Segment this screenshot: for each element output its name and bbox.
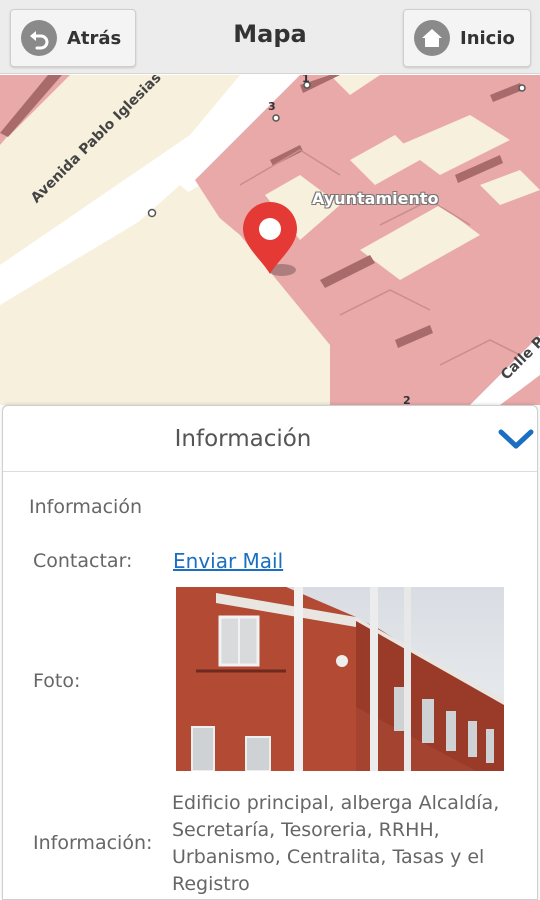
home-button-label: Inicio [460, 27, 515, 49]
back-button[interactable]: Atrás [10, 9, 136, 67]
home-button[interactable]: Inicio [403, 9, 531, 67]
house-number: 3 [268, 100, 276, 113]
home-icon [414, 20, 450, 56]
info-label: Información: [33, 832, 153, 854]
house-number: 2 [403, 394, 411, 405]
page-title: Mapa [233, 20, 307, 48]
photo-label: Foto: [33, 670, 81, 692]
house-number: 1 [302, 75, 310, 85]
send-mail-link[interactable]: Enviar Mail [173, 549, 283, 573]
map-label-townhall: Ayuntamiento [312, 189, 439, 208]
section-title: Información [29, 496, 142, 518]
info-description: Edificio principal, alberga Alcaldía, Se… [172, 792, 500, 895]
building-photo [176, 587, 504, 771]
top-bar: Atrás Mapa Inicio [0, 0, 540, 74]
back-arrow-icon [21, 20, 57, 56]
info-panel-header[interactable]: Información [3, 406, 537, 472]
info-panel-title: Información [174, 426, 312, 452]
map-marker-icon[interactable] [240, 202, 304, 282]
info-panel: Información Información Contactar: Envia… [2, 405, 538, 900]
back-button-label: Atrás [67, 27, 122, 49]
map-view[interactable]: Avenida Pablo Iglesias Ayuntamiento Call… [0, 75, 540, 405]
chevron-down-icon[interactable] [497, 424, 535, 454]
contact-label: Contactar: [33, 550, 133, 572]
